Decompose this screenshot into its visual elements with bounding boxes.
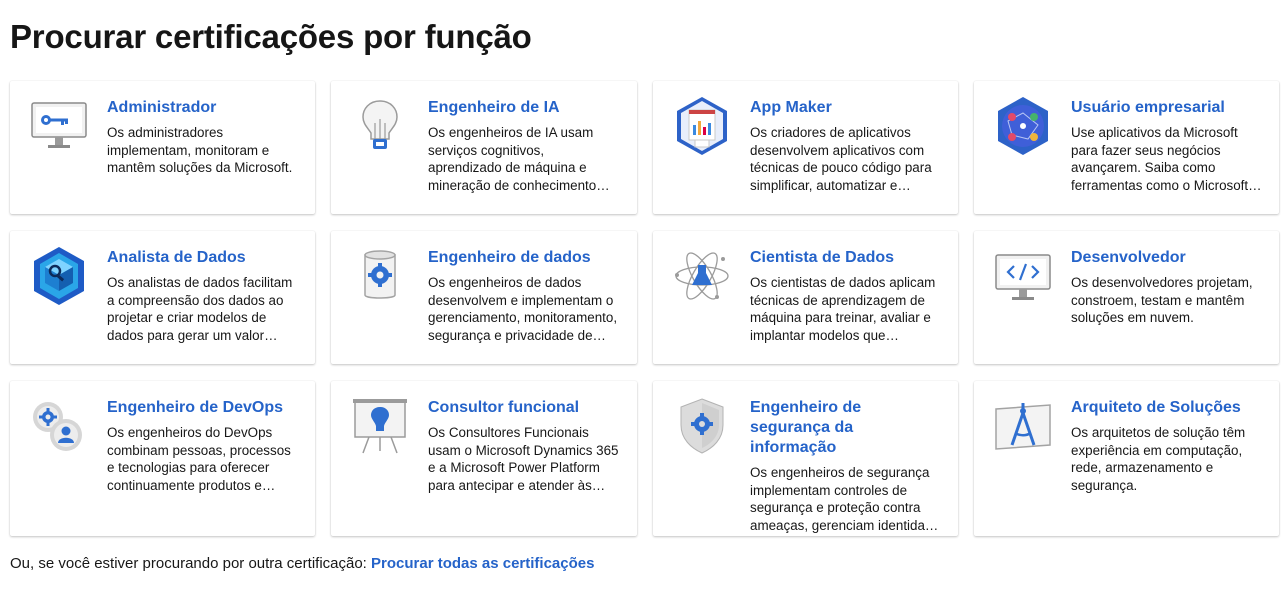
lightbulb-icon [349, 95, 411, 157]
role-cards-grid: Administrador Os administradores impleme… [10, 81, 1279, 536]
role-card-desenvolvedor[interactable]: Desenvolvedor Os desenvolvedores projeta… [974, 231, 1279, 364]
browse-all-certifications-link[interactable]: Procurar todas as certificações [371, 555, 594, 572]
role-card-consultor-funcional[interactable]: Consultor funcional Os Consultores Funci… [331, 381, 637, 536]
business-user-badge-icon [992, 95, 1054, 157]
shield-gear-icon [671, 395, 733, 457]
role-card-description: Os Consultores Funcionais usam o Microso… [428, 425, 619, 493]
role-card-description: Os engenheiros de dados desenvolvem e im… [428, 275, 618, 343]
app-maker-badge-icon [671, 95, 733, 157]
role-card-description: Os engenheiros de segurança implementam … [750, 465, 940, 533]
role-card-administrador[interactable]: Administrador Os administradores impleme… [10, 81, 315, 214]
code-monitor-icon [992, 245, 1054, 307]
database-gear-icon [349, 245, 411, 307]
role-card-app-maker[interactable]: App Maker Os criadores de aplicativos de… [653, 81, 958, 214]
role-card-engenheiro-ia[interactable]: Engenheiro de IA Os engenheiros de IA us… [331, 81, 637, 214]
role-card-title[interactable]: Engenheiro de IA [428, 98, 621, 118]
role-card-title[interactable]: Engenheiro de dados [428, 248, 621, 268]
role-card-description: Os analistas de dados facilitam a compre… [107, 275, 293, 343]
presentation-board-icon [349, 395, 411, 457]
role-card-description: Os cientistas de dados aplicam técnicas … [750, 275, 936, 343]
role-card-description: Os administradores implementam, monitora… [107, 125, 293, 176]
role-card-engenheiro-dados[interactable]: Engenheiro de dados Os engenheiros de da… [331, 231, 637, 364]
data-analyst-badge-icon [28, 245, 90, 307]
atom-flask-icon [671, 245, 733, 307]
role-card-title[interactable]: Consultor funcional [428, 398, 621, 418]
role-card-description: Os arquitetos de solução têm experiência… [1071, 425, 1246, 493]
role-card-title[interactable]: Arquiteto de Soluções [1071, 398, 1263, 418]
footer-text: Ou, se você estiver procurando por outra… [10, 555, 367, 572]
compass-drafting-icon [992, 395, 1054, 457]
role-card-title[interactable]: Desenvolvedor [1071, 248, 1263, 268]
role-card-description: Os criadores de aplicativos desenvolvem … [750, 125, 932, 193]
role-card-title[interactable]: Cientista de Dados [750, 248, 942, 268]
devops-gear-person-icon [28, 395, 90, 457]
role-card-usuario-empresarial[interactable]: Usuário empresarial Use aplicativos da M… [974, 81, 1279, 214]
role-card-description: Os desenvolvedores projetam, constroem, … [1071, 275, 1253, 326]
footer-browse-all: Ou, se você estiver procurando por outra… [10, 555, 594, 572]
role-card-title[interactable]: Usuário empresarial [1071, 98, 1263, 118]
role-card-description: Os engenheiros de IA usam serviços cogni… [428, 125, 597, 193]
role-card-title[interactable]: Analista de Dados [107, 248, 299, 268]
role-card-description: Os engenheiros do DevOps combinam pessoa… [107, 425, 291, 493]
role-card-engenheiro-devops[interactable]: Engenheiro de DevOps Os engenheiros do D… [10, 381, 315, 536]
role-card-description: Use aplicativos da Microsoft para fazer … [1071, 125, 1249, 193]
page: Procurar certificações por função Admini… [0, 0, 1284, 593]
admin-monitor-key-icon [28, 95, 90, 157]
role-card-title[interactable]: Administrador [107, 98, 299, 118]
role-card-title[interactable]: App Maker [750, 98, 942, 118]
role-card-title[interactable]: Engenheiro de DevOps [107, 398, 299, 418]
role-card-arquiteto-solucoes[interactable]: Arquiteto de Soluções Os arquitetos de s… [974, 381, 1279, 536]
role-card-title[interactable]: Engenheiro de segurança da informação [750, 398, 942, 458]
role-card-cientista-dados[interactable]: Cientista de Dados Os cientistas de dado… [653, 231, 958, 364]
role-card-analista-dados[interactable]: Analista de Dados Os analistas de dados … [10, 231, 315, 364]
role-card-engenheiro-seguranca[interactable]: Engenheiro de segurança da informação Os… [653, 381, 958, 536]
page-title: Procurar certificações por função [10, 18, 532, 55]
